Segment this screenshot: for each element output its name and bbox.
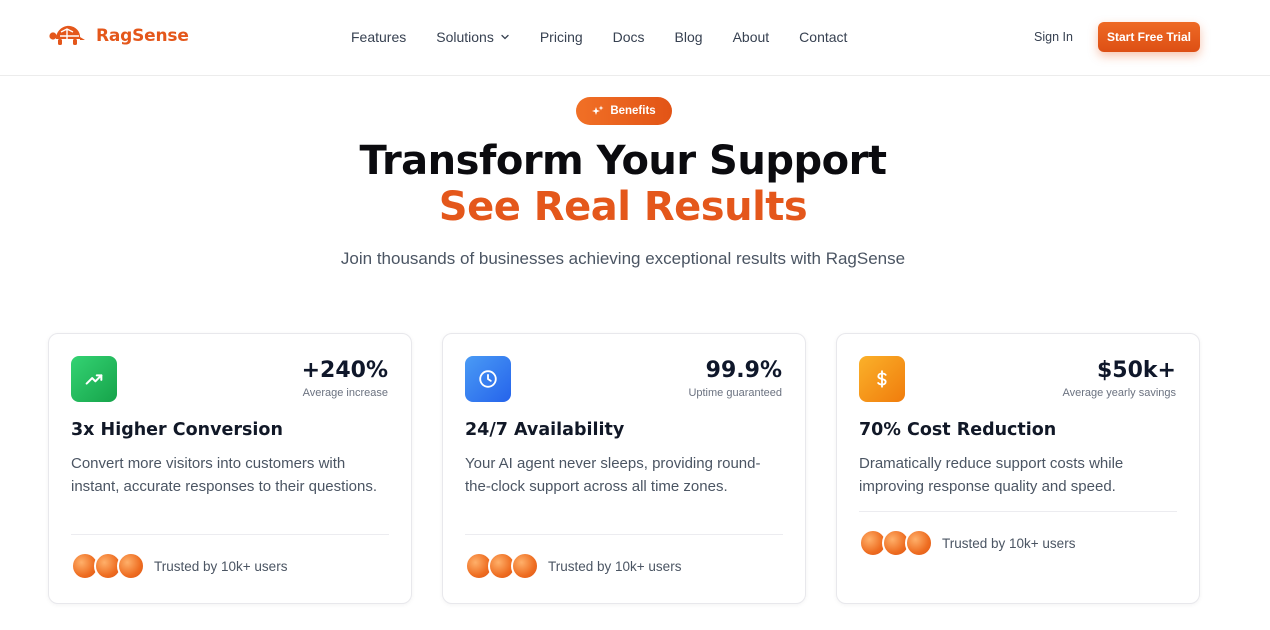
icon-tile bbox=[465, 356, 511, 402]
stat-value: 99.9% bbox=[705, 358, 782, 383]
hero-subtitle: Join thousands of businesses achieving e… bbox=[340, 249, 906, 268]
benefit-card-conversion: +240% Average increase 3x Higher Convers… bbox=[48, 333, 412, 604]
trust-row: Trusted by 10k+ users bbox=[859, 529, 1075, 557]
nav-link-docs[interactable]: Docs bbox=[613, 29, 645, 45]
chevron-down-icon bbox=[501, 34, 509, 40]
turtle-logo-icon bbox=[49, 25, 85, 45]
card-title: 24/7 Availability bbox=[465, 420, 625, 440]
main-nav: Features Solutions Pricing Docs Blog Abo… bbox=[351, 29, 877, 45]
stat-block: 99.9% Uptime guaranteed bbox=[688, 358, 782, 399]
avatar-stack bbox=[465, 552, 539, 580]
stat-label: Uptime guaranteed bbox=[688, 387, 782, 399]
nav-link-contact[interactable]: Contact bbox=[799, 29, 847, 45]
hero-title-highlight: See Real Results bbox=[438, 184, 808, 230]
clock-icon bbox=[479, 370, 497, 388]
trust-text: Trusted by 10k+ users bbox=[942, 535, 1076, 551]
card-description: Convert more visitors into customers wit… bbox=[71, 455, 378, 495]
stat-block: +240% Average increase bbox=[302, 358, 388, 399]
nav-link-blog[interactable]: Blog bbox=[675, 29, 703, 45]
icon-tile bbox=[859, 356, 905, 402]
stat-label: Average yearly savings bbox=[1062, 387, 1176, 399]
avatar bbox=[905, 529, 933, 557]
benefit-card-cost: $50k+ Average yearly savings 70% Cost Re… bbox=[836, 333, 1200, 604]
sparkles-icon bbox=[592, 105, 604, 115]
trust-text: Trusted by 10k+ users bbox=[548, 558, 682, 574]
card-title: 3x Higher Conversion bbox=[71, 420, 283, 440]
divider bbox=[71, 534, 389, 535]
benefit-card-availability: 99.9% Uptime guaranteed 24/7 Availabilit… bbox=[442, 333, 806, 604]
brand-logo[interactable]: RagSense bbox=[48, 22, 189, 50]
avatar-stack bbox=[859, 529, 933, 557]
brand-name: RagSense bbox=[96, 26, 189, 46]
start-free-trial-button[interactable]: Start Free Trial bbox=[1098, 22, 1200, 52]
divider bbox=[859, 511, 1177, 512]
stat-value: $50k+ bbox=[1097, 358, 1176, 383]
card-title: 70% Cost Reduction bbox=[859, 420, 1057, 440]
avatar bbox=[117, 552, 145, 580]
avatar-stack bbox=[71, 552, 145, 580]
badge-label: Benefits bbox=[610, 105, 656, 117]
nav-link-pricing[interactable]: Pricing bbox=[540, 29, 583, 45]
trust-row: Trusted by 10k+ users bbox=[465, 552, 681, 580]
card-description: Your AI agent never sleeps, providing ro… bbox=[465, 455, 761, 495]
trust-row: Trusted by 10k+ users bbox=[71, 552, 287, 580]
card-description: Dramatically reduce support costs while … bbox=[859, 455, 1124, 495]
stat-value: +240% bbox=[301, 358, 388, 383]
nav-link-about[interactable]: About bbox=[733, 29, 770, 45]
trending-up-icon bbox=[85, 374, 103, 385]
dollar-icon bbox=[877, 370, 887, 388]
stat-block: $50k+ Average yearly savings bbox=[1062, 358, 1176, 399]
icon-tile bbox=[71, 356, 117, 402]
trust-text: Trusted by 10k+ users bbox=[154, 558, 288, 574]
avatar bbox=[511, 552, 539, 580]
sign-in-link[interactable]: Sign In bbox=[1034, 30, 1073, 44]
nav-link-solutions-label: Solutions bbox=[436, 29, 494, 45]
benefits-badge: Benefits bbox=[576, 97, 672, 125]
hero-title: Transform Your Support bbox=[359, 138, 887, 184]
stat-label: Average increase bbox=[302, 387, 388, 399]
nav-link-solutions[interactable]: Solutions bbox=[436, 29, 510, 45]
nav-link-features[interactable]: Features bbox=[351, 29, 406, 45]
divider bbox=[465, 534, 783, 535]
top-navbar: RagSense Features Solutions Pricing Docs… bbox=[0, 0, 1270, 76]
